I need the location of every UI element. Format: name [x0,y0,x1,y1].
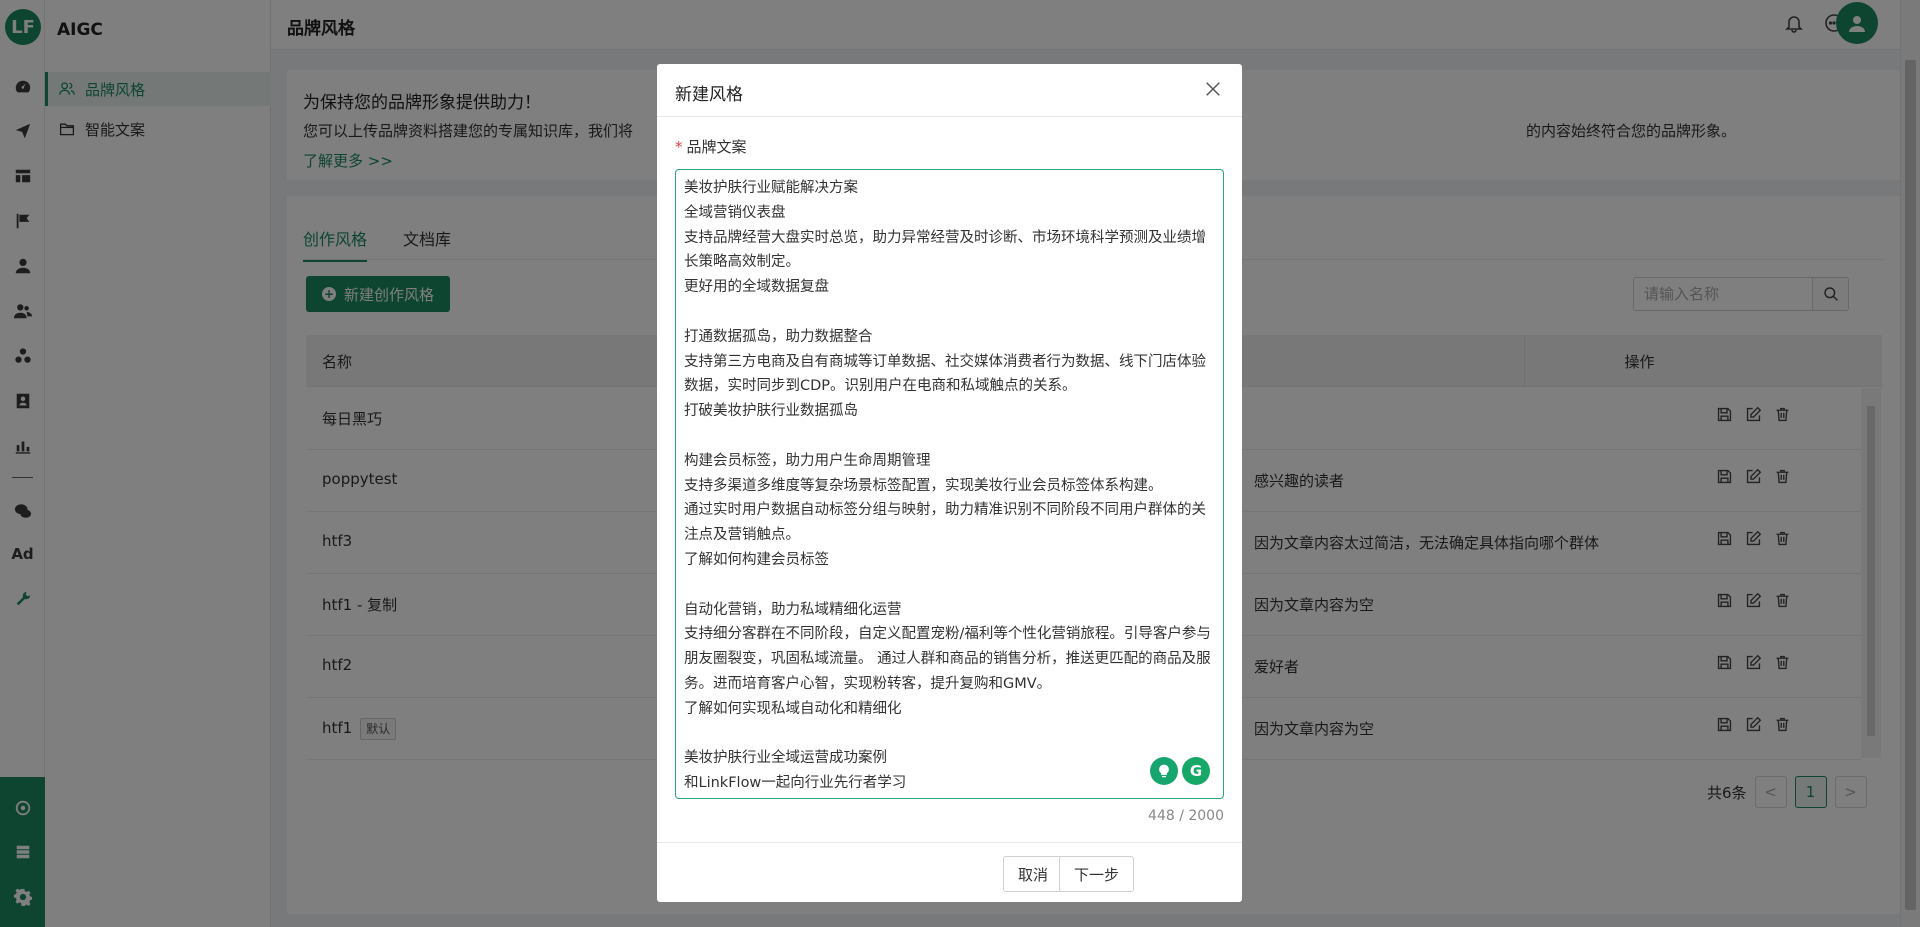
brand-copy-textarea[interactable] [675,169,1224,799]
brand-copy-label-text: 品牌文案 [686,138,747,156]
new-style-dialog: 新建风格 *品牌文案 G 448 / 2000 取消 下一步 [657,64,1242,902]
close-button[interactable] [1204,80,1226,102]
next-step-button[interactable]: 下一步 [1059,856,1135,892]
brand-copy-label: * 品牌文案 [675,136,747,157]
char-counter: 448 / 2000 [1148,808,1224,824]
writing-assistant-icons: G [1150,757,1210,785]
close-icon [1206,82,1220,96]
lightbulb-icon[interactable] [1150,757,1178,785]
grammarly-icon[interactable]: G [1182,757,1210,785]
cancel-button[interactable]: 取消 [1003,856,1064,892]
dialog-footer-divider [657,842,1242,843]
dialog-header-divider [657,116,1242,117]
dialog-title: 新建风格 [675,85,743,105]
required-mark: * [675,138,683,156]
